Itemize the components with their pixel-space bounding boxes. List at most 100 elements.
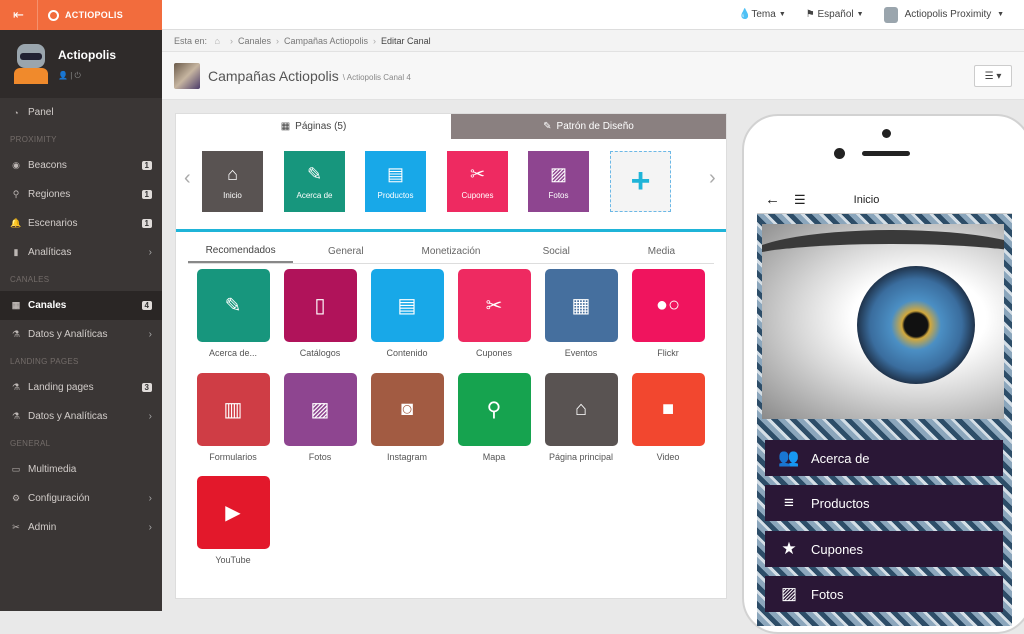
newspaper-icon: ▤ [397,295,417,317]
back-arrow-icon[interactable]: ← [765,191,780,208]
page-tile-inicio[interactable]: ⌂ Inicio [202,151,263,212]
preview-menu-label: Acerca de [811,450,870,466]
module-tile: ⌂ [544,373,618,446]
phone-screen: ← ☰ Inicio 👥 Acerca de ≡ Productos ★ Cupones ▨… [757,186,1012,626]
module-category-tabs: Recomendados General Monetización Social Med… [188,240,714,264]
hamburger-icon[interactable]: ☰ [794,192,806,208]
home-icon[interactable]: ⌂ [212,36,220,46]
breadcrumb: Esta en: ⌂ › Canales › Campañas Actiopol… [162,30,1024,52]
module-tile: ▶ [196,476,270,549]
scissors-icon: ✂ [485,295,503,317]
dashboard-icon: ◔ [13,107,19,118]
module-formularios[interactable]: ▥ Formularios [196,373,270,462]
preview-menu-fotos[interactable]: ▨ Fotos [765,576,1003,612]
module-contenido[interactable]: ▤ Contenido [370,269,444,358]
page-tile-cupones[interactable]: ✂ Cupones [447,151,508,212]
sidebar-item-configuraci-n[interactable]: ⚙ Configuración › [0,484,162,513]
preview-menu-cupones[interactable]: ★ Cupones [765,531,1003,567]
sidebar-item-datos-y-anal-ticas[interactable]: ⚗ Datos y Analíticas › [0,320,162,349]
flask-icon: ⚗ [11,382,21,392]
sidebar-item-panel[interactable]: ◔ Panel [0,98,162,127]
edit-icon: ✎ [224,295,242,317]
subtab-media[interactable]: Media [609,240,714,263]
page-tile-label: Cupones [461,190,494,200]
module-tile: ✂ [457,269,531,342]
subtab-monetizaci-n[interactable]: Monetización [398,240,503,263]
sidebar-item-regiones[interactable]: ⚲ Regiones 1 [0,180,162,209]
preview-menu-productos[interactable]: ≡ Productos [765,485,1003,521]
module-tile: ▯ [283,269,357,342]
tab-pages[interactable]: ▦ Páginas (5) [176,114,451,139]
sidebar-item-admin[interactable]: ✂ Admin › [0,513,162,542]
options-menu-button[interactable]: ☰ ▾ [974,65,1012,87]
power-icon[interactable]: ⏻ [75,71,81,80]
chevron-right-icon[interactable]: › [709,167,716,190]
module-tile: ◙ [370,373,444,446]
chevron-right-icon: › [148,411,152,422]
user-icon[interactable]: 👤 [58,71,68,80]
sidebar-item-label: Datos y Analíticas [28,411,108,422]
sidebar-item-label: Datos y Analíticas [28,329,108,340]
breadcrumb-item[interactable]: Canales [238,36,271,46]
sidebar-item-datos-y-anal-ticas[interactable]: ⚗ Datos y Analíticas › [0,402,162,431]
phone-preview: ← ☰ Inicio 👥 Acerca de ≡ Productos ★ Cupones ▨… [742,114,1024,634]
module-grid: ✎ Acerca de... ▯ Catálogos ▤ Contenido ✂ Cupone… [176,269,726,589]
chevron-left-icon[interactable]: ‹ [184,167,191,190]
users-icon: 👥 [778,448,800,467]
page-title: Campañas Actiopolis [208,67,339,84]
page-tile-fotos[interactable]: ▨ Fotos [528,151,589,212]
sidebar-item-label: Canales [28,300,67,311]
add-page-button[interactable]: + [610,151,671,212]
profile-name: Actiopolis [58,47,117,62]
module-eventos[interactable]: ▦ Eventos [544,269,618,358]
preview-menu-acerca-de[interactable]: 👥 Acerca de [765,440,1003,476]
page-tile-productos[interactable]: ▤ Productos [365,151,426,212]
module-p-gina-principal[interactable]: ⌂ Página principal [544,373,618,462]
module-fotos[interactable]: ▨ Fotos [283,373,357,462]
module-youtube[interactable]: ▶ YouTube [196,476,270,565]
module-cupones[interactable]: ✂ Cupones [457,269,531,358]
tab-design-pattern[interactable]: ✎ Patrón de Diseño [451,114,726,139]
sidebar-item-beacons[interactable]: ◉ Beacons 1 [0,151,162,180]
youtube-icon: ▶ [225,502,241,524]
sidebar-item-canales[interactable]: ▦ Canales 4 [0,291,162,320]
module-video[interactable]: ■ Video [631,373,705,462]
module-cat-logos[interactable]: ▯ Catálogos [283,269,357,358]
chevron-right-icon: › [148,493,152,504]
language-dropdown[interactable]: ⚑ Español ▼ [806,9,864,20]
grid-icon: ▦ [280,121,291,132]
sidebar-item-label: Beacons [28,160,67,171]
subtab-recomendados[interactable]: Recomendados [188,240,294,263]
module-acerca-de-[interactable]: ✎ Acerca de... [196,269,270,358]
actiopolis-logo-icon [48,9,59,21]
profile: Actiopolis 👤 | ⏻ [0,30,162,98]
divider [176,229,726,232]
app-title: Inicio [853,193,880,206]
count-badge: 1 [141,219,152,228]
scissors-icon: ✂ [469,163,486,184]
video-icon: ■ [661,398,675,420]
module-flickr[interactable]: ●○ Flickr [631,269,705,358]
sidebar-item-label: Panel [28,107,54,118]
sidebar-item-label: Configuración [28,493,90,504]
user-menu[interactable]: Actiopolis Proximity ▼ [883,6,1004,23]
module-instagram[interactable]: ◙ Instagram [370,373,444,462]
module-label: YouTube [215,555,251,565]
breadcrumb-item[interactable]: Campañas Actiopolis [284,36,368,46]
sidebar-item-label: Regiones [28,189,71,200]
sidebar-item-anal-ticas[interactable]: ▮ Analíticas › [0,238,162,267]
calendar-icon: ▦ [571,295,591,317]
flickr-icon: ●○ [655,294,681,316]
sidebar-section-label: GENERAL [10,438,51,448]
sidebar-item-landing-pages[interactable]: ⚗ Landing pages 3 [0,373,162,402]
module-mapa[interactable]: ⚲ Mapa [457,373,531,462]
subtab-general[interactable]: General [293,240,398,263]
bar-chart-icon: ▮ [13,247,19,257]
sidebar-item-escenarios[interactable]: 🔔 Escenarios 1 [0,209,162,238]
sidebar-toggle-icon[interactable]: ⇤ [0,0,38,30]
page-tile-acerca-de[interactable]: ✎ Acerca de [284,151,345,212]
sidebar-item-multimedia[interactable]: ▭ Multimedia [0,455,162,484]
theme-dropdown[interactable]: 💧 Tema ▼ [739,9,786,20]
module-tile: ■ [631,373,705,446]
subtab-social[interactable]: Social [504,240,609,263]
